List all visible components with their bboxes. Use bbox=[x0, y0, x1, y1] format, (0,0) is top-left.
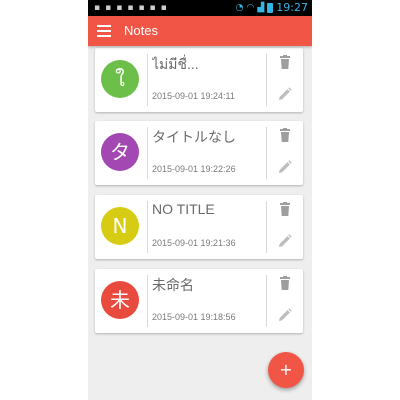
notification-icons: ▪ ▪ ▪ ▪ ▪ ▪ ▪ bbox=[94, 2, 167, 14]
divider bbox=[266, 127, 267, 179]
divider bbox=[147, 201, 148, 253]
add-note-button[interactable]: + bbox=[268, 352, 304, 388]
notification-icon: ▪ bbox=[105, 3, 112, 13]
notification-icon: ▪ bbox=[138, 3, 145, 13]
note-card[interactable]: 未未命名 2015-09-01 19:18:56 bbox=[95, 269, 303, 333]
status-right: ◔ ◠ ▟ 19:27 bbox=[236, 1, 308, 15]
notification-icon: ▪ bbox=[149, 3, 156, 13]
edit-icon[interactable] bbox=[278, 159, 292, 173]
divider bbox=[147, 54, 148, 106]
trash-icon[interactable] bbox=[279, 54, 291, 69]
trash-icon[interactable] bbox=[279, 275, 291, 290]
notification-icon: ▪ bbox=[94, 3, 101, 13]
phone-screen: ▪ ▪ ▪ ▪ ▪ ▪ ▪ ◔ ◠ ▟ 19:27 Notes ใ ไม่มีชื… bbox=[88, 0, 312, 400]
note-title: 未命名 bbox=[152, 277, 194, 293]
divider bbox=[266, 275, 267, 327]
alarm-icon: ◔ bbox=[235, 3, 244, 13]
note-avatar: タ bbox=[101, 133, 139, 171]
menu-icon[interactable] bbox=[97, 25, 111, 37]
notification-icon: ▪ bbox=[127, 3, 134, 13]
note-date: 2015-09-01 19:24:11 bbox=[152, 91, 235, 101]
note-avatar: 未 bbox=[101, 281, 139, 319]
notification-icon: ▪ bbox=[160, 3, 167, 13]
note-card[interactable]: N NO TITLE 2015-09-01 19:21:36 bbox=[95, 195, 303, 259]
notification-icon: ▪ bbox=[116, 3, 123, 13]
note-date: 2015-09-01 19:18:56 bbox=[152, 312, 236, 322]
trash-icon[interactable] bbox=[279, 201, 291, 216]
divider bbox=[266, 54, 267, 106]
note-avatar: ใ bbox=[101, 60, 139, 98]
note-card[interactable]: タタイトルなし 2015-09-01 19:22:26 bbox=[95, 121, 303, 185]
note-title: タイトルなし bbox=[152, 129, 236, 145]
note-title: ไม่มีชื่... bbox=[152, 56, 199, 72]
note-date: 2015-09-01 19:22:26 bbox=[152, 164, 236, 174]
trash-icon[interactable] bbox=[279, 127, 291, 142]
add-icon: + bbox=[279, 360, 293, 379]
divider bbox=[147, 275, 148, 327]
status-time: 19:27 bbox=[276, 1, 308, 14]
signal-icon: ▟ bbox=[257, 3, 265, 13]
note-avatar: N bbox=[101, 207, 139, 245]
edit-icon[interactable] bbox=[278, 86, 292, 100]
status-bar: ▪ ▪ ▪ ▪ ▪ ▪ ▪ ◔ ◠ ▟ 19:27 bbox=[88, 0, 312, 16]
divider bbox=[147, 127, 148, 179]
battery-icon bbox=[267, 3, 274, 13]
wifi-icon: ◠ bbox=[246, 3, 255, 13]
note-card[interactable]: ใ ไม่มีชื่... 2015-09-01 19:24:11 bbox=[95, 48, 303, 112]
toolbar-title: Notes bbox=[124, 23, 158, 38]
edit-icon[interactable] bbox=[278, 307, 292, 321]
divider bbox=[266, 201, 267, 253]
note-date: 2015-09-01 19:21:36 bbox=[152, 238, 236, 248]
note-title: NO TITLE bbox=[152, 201, 215, 217]
edit-icon[interactable] bbox=[278, 233, 292, 247]
app-toolbar: Notes bbox=[88, 16, 312, 46]
